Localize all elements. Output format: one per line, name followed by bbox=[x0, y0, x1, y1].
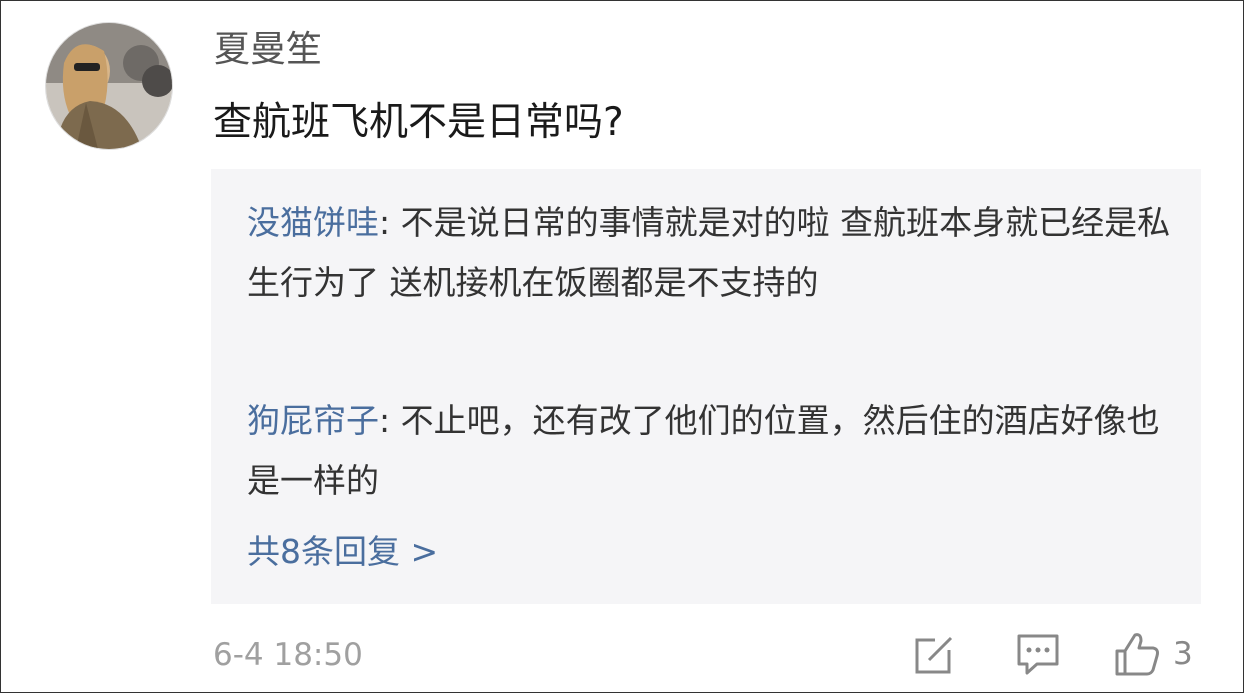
avatar[interactable] bbox=[45, 22, 173, 150]
reply-text: : 不是说日常的事情就是对的啦 查航班本身就已经是私生行为了 送机接机在饭圈都是… bbox=[247, 203, 1171, 302]
repost-button[interactable] bbox=[913, 629, 957, 679]
timestamp: 6-4 18:50 bbox=[213, 637, 363, 673]
reply-item: 狗屁帘子: 不止吧，还有改了他们的位置，然后住的酒店好像也是一样的 bbox=[247, 391, 1177, 511]
like-count: 3 bbox=[1173, 636, 1193, 672]
comment-icon bbox=[1017, 634, 1059, 675]
reply-author[interactable]: 狗屁帘子 bbox=[247, 401, 379, 440]
view-all-replies-link[interactable]: 共8条回复 > bbox=[247, 527, 438, 577]
avatar-photo bbox=[46, 23, 172, 149]
reply-author[interactable]: 没猫饼哇 bbox=[247, 203, 379, 242]
edit-icon bbox=[915, 634, 955, 674]
reply-button[interactable] bbox=[1015, 629, 1061, 679]
thumbs-up-icon bbox=[1115, 633, 1159, 676]
like-button[interactable]: 3 bbox=[1113, 629, 1193, 679]
reply-item: 没猫饼哇: 不是说日常的事情就是对的啦 查航班本身就已经是私生行为了 送机接机在… bbox=[247, 193, 1177, 313]
author-name[interactable]: 夏曼笙 bbox=[214, 28, 322, 72]
reply-text: : 不止吧，还有改了他们的位置，然后住的酒店好像也是一样的 bbox=[247, 401, 1160, 500]
comment-text: 查航班飞机不是日常吗? bbox=[213, 100, 624, 145]
comment-card: 夏曼笙 查航班飞机不是日常吗? 没猫饼哇: 不是说日常的事情就是对的啦 查航班本… bbox=[0, 0, 1244, 693]
replies-panel: 没猫饼哇: 不是说日常的事情就是对的啦 查航班本身就已经是私生行为了 送机接机在… bbox=[211, 169, 1201, 604]
